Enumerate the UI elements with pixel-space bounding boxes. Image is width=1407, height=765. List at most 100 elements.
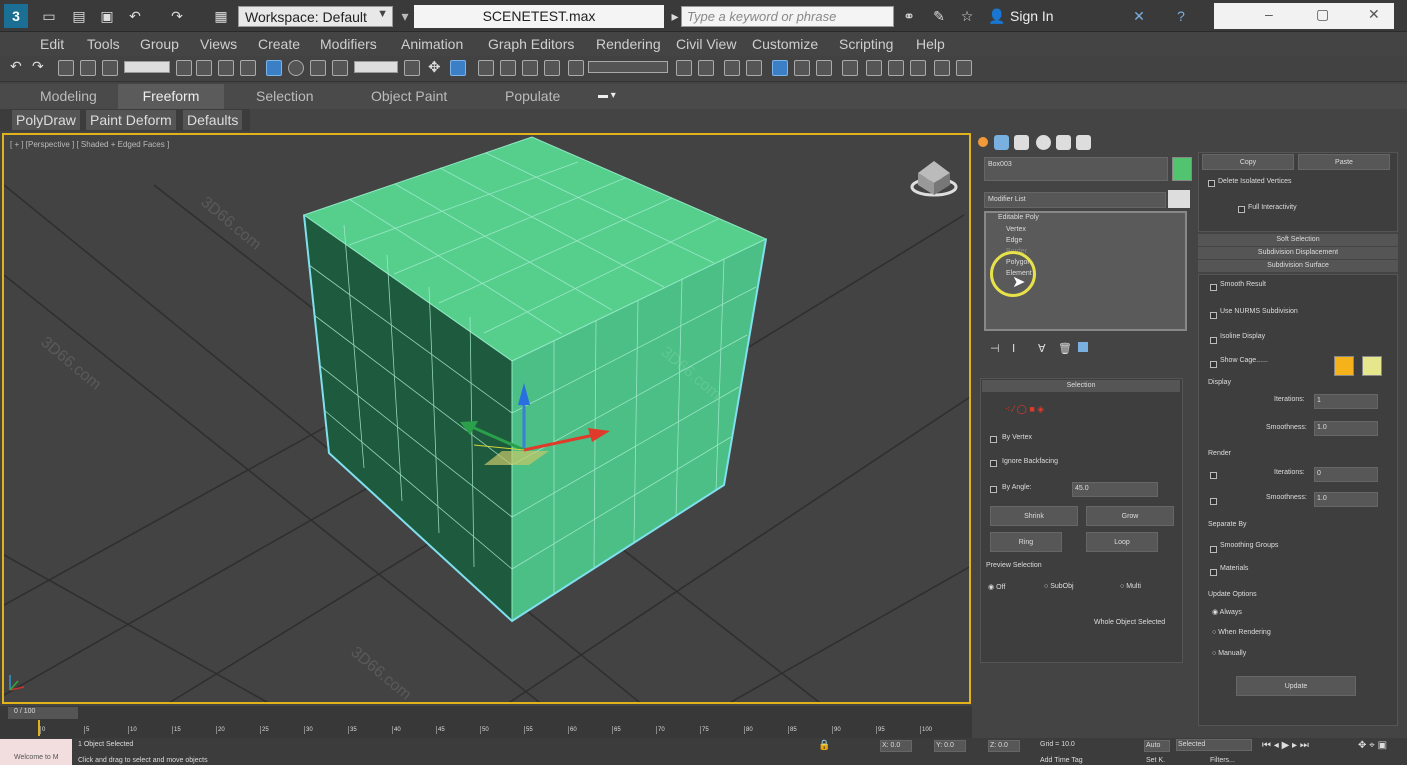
select-object-icon[interactable] xyxy=(176,60,192,76)
smoothness-spinner[interactable]: 1.0 xyxy=(1314,421,1378,436)
new-file-icon[interactable]: ▭ xyxy=(40,7,58,25)
tab-polydraw[interactable]: PolyDraw xyxy=(12,110,80,130)
cage-color-swatch[interactable] xyxy=(1334,356,1354,376)
save-icon[interactable]: ▣ xyxy=(98,7,116,25)
display-tab-icon[interactable] xyxy=(1056,135,1071,150)
menu-views[interactable]: Views xyxy=(200,36,237,52)
search-input[interactable]: Type a keyword or phrase xyxy=(681,6,894,27)
exchange-icon[interactable]: ✕ xyxy=(1130,7,1148,25)
link-icon[interactable] xyxy=(58,60,74,76)
menu-graph-editors[interactable]: Graph Editors xyxy=(488,36,574,52)
render-smoothness-spinner[interactable]: 1.0 xyxy=(1314,492,1378,507)
workspace-menu-icon[interactable]: ▾ xyxy=(396,7,414,25)
move-gizmo-icon[interactable]: ✥ xyxy=(428,58,444,76)
timeline[interactable] xyxy=(0,706,972,738)
use-nurms-checkbox[interactable] xyxy=(1210,312,1217,319)
time-slider[interactable]: 0 / 100 xyxy=(8,707,78,719)
select-scale-icon[interactable] xyxy=(310,60,326,76)
subobject-icons[interactable]: ⁖ ⁄ ◯ ■ ◈ xyxy=(1005,404,1044,415)
key-filter-dropdown[interactable]: Selected xyxy=(1176,739,1252,751)
align-icon[interactable] xyxy=(698,60,714,76)
render-iterative-icon[interactable] xyxy=(934,60,950,76)
add-time-tag[interactable]: Add Time Tag xyxy=(1040,757,1083,764)
menu-modifiers[interactable]: Modifiers xyxy=(320,36,377,52)
unlink-icon[interactable] xyxy=(80,60,96,76)
filters-button[interactable]: Filters... xyxy=(1210,757,1235,764)
reference-coord-dropdown[interactable] xyxy=(354,61,398,73)
playback-controls[interactable]: ⏮ ◂ ▶ ▸ ⏭ xyxy=(1262,740,1309,751)
undo-icon[interactable]: ↶ xyxy=(10,58,26,74)
menu-civil-view[interactable]: Civil View xyxy=(676,36,736,52)
named-selection-sets-dropdown[interactable] xyxy=(588,61,668,73)
menu-edit[interactable]: Edit xyxy=(40,36,64,52)
render-production-icon[interactable] xyxy=(910,60,926,76)
object-name-field[interactable]: Box003 xyxy=(984,157,1168,181)
preview-subobj-radio[interactable]: ○ SubObj xyxy=(1044,583,1074,590)
open-file-icon[interactable]: ▤ xyxy=(70,7,88,25)
modifier-list-dropdown[interactable]: Modifier List xyxy=(984,192,1166,208)
rect-selection-icon[interactable] xyxy=(218,60,234,76)
perspective-viewport[interactable]: [ + ] [Perspective ] [ Shaded + Edged Fa… xyxy=(2,133,971,704)
render-iterations-spinner[interactable]: 0 xyxy=(1314,467,1378,482)
tab-modeling[interactable]: Modeling xyxy=(28,84,109,109)
placement-icon[interactable] xyxy=(332,60,348,76)
rendered-frame-window-icon[interactable] xyxy=(888,60,904,76)
viewport-nav-icons[interactable]: ✥ ⌖ ▣ xyxy=(1358,740,1387,751)
maximize-icon[interactable]: ▢ xyxy=(1316,6,1329,23)
layer-explorer-icon[interactable] xyxy=(724,60,740,76)
z-coord-field[interactable]: Z: 0.0 xyxy=(988,740,1020,752)
soft-selection-header[interactable]: Soft Selection xyxy=(1198,234,1398,246)
toggle-ribbon-icon[interactable] xyxy=(772,60,788,76)
minimize-icon[interactable]: – xyxy=(1265,6,1273,22)
subdivision-displacement-header[interactable]: Subdivision Displacement xyxy=(1198,247,1398,259)
shrink-button[interactable]: Shrink xyxy=(990,506,1078,526)
schematic-view-icon[interactable] xyxy=(816,60,832,76)
render-smoothness-checkbox[interactable] xyxy=(1210,498,1217,505)
app-logo-icon[interactable]: 3 xyxy=(4,4,28,28)
by-angle-checkbox[interactable] xyxy=(990,486,997,493)
spinner-snap-icon[interactable] xyxy=(544,60,560,76)
iterations-spinner[interactable]: 1 xyxy=(1314,394,1378,409)
mirror-icon[interactable] xyxy=(676,60,692,76)
tab-selection[interactable]: Selection xyxy=(244,84,326,109)
manually-radio[interactable]: ○ Manually xyxy=(1212,650,1246,657)
edit-named-sets-icon[interactable] xyxy=(568,60,584,76)
isoline-display-checkbox[interactable] xyxy=(1210,337,1217,344)
smoothing-groups-checkbox[interactable] xyxy=(1210,546,1217,553)
close-icon[interactable]: ✕ xyxy=(1368,6,1380,23)
redo-icon[interactable]: ↷ xyxy=(32,58,48,74)
angle-snap-icon[interactable] xyxy=(500,60,516,76)
ring-button[interactable]: Ring xyxy=(990,532,1062,552)
viewcube-icon[interactable] xyxy=(910,161,958,197)
render-setup-icon[interactable] xyxy=(866,60,882,76)
select-by-name-icon[interactable] xyxy=(196,60,212,76)
by-vertex-checkbox[interactable] xyxy=(990,436,997,443)
stack-item-edge[interactable]: Edge xyxy=(1006,237,1022,244)
cage-selection-color-swatch[interactable] xyxy=(1362,356,1382,376)
pivot-center-icon[interactable] xyxy=(404,60,420,76)
delete-isolated-checkbox[interactable] xyxy=(1208,180,1215,187)
snap-3d-icon[interactable] xyxy=(478,60,494,76)
auto-key-button[interactable]: Auto xyxy=(1144,740,1170,752)
show-end-result-icon[interactable]: Ⅰ xyxy=(1012,342,1015,355)
paste-button[interactable]: Paste xyxy=(1298,154,1390,170)
tab-object-paint[interactable]: Object Paint xyxy=(359,84,459,109)
menu-scripting[interactable]: Scripting xyxy=(839,36,893,52)
render-iterations-checkbox[interactable] xyxy=(1210,472,1217,479)
menu-tools[interactable]: Tools xyxy=(87,36,120,52)
project-icon[interactable]: ▦ xyxy=(212,7,230,25)
pin-stack-icon[interactable]: ⊣ xyxy=(990,342,1000,355)
keyboard-shortcut-icon[interactable] xyxy=(450,60,466,76)
smooth-result-checkbox[interactable] xyxy=(1210,284,1217,291)
update-button[interactable]: Update xyxy=(1236,676,1356,696)
window-crossing-icon[interactable] xyxy=(240,60,256,76)
star-icon[interactable]: ☆ xyxy=(958,7,976,25)
selection-header[interactable]: Selection xyxy=(982,380,1180,392)
full-interactivity-checkbox[interactable] xyxy=(1238,206,1245,213)
hierarchy-tab-icon[interactable] xyxy=(1014,135,1029,150)
configure-modifier-sets-icon[interactable] xyxy=(1078,342,1088,352)
remove-modifier-icon[interactable]: 🗑 xyxy=(1058,342,1072,355)
create-tab-icon[interactable] xyxy=(978,137,988,147)
copy-button[interactable]: Copy xyxy=(1202,154,1294,170)
materials-checkbox[interactable] xyxy=(1210,569,1217,576)
